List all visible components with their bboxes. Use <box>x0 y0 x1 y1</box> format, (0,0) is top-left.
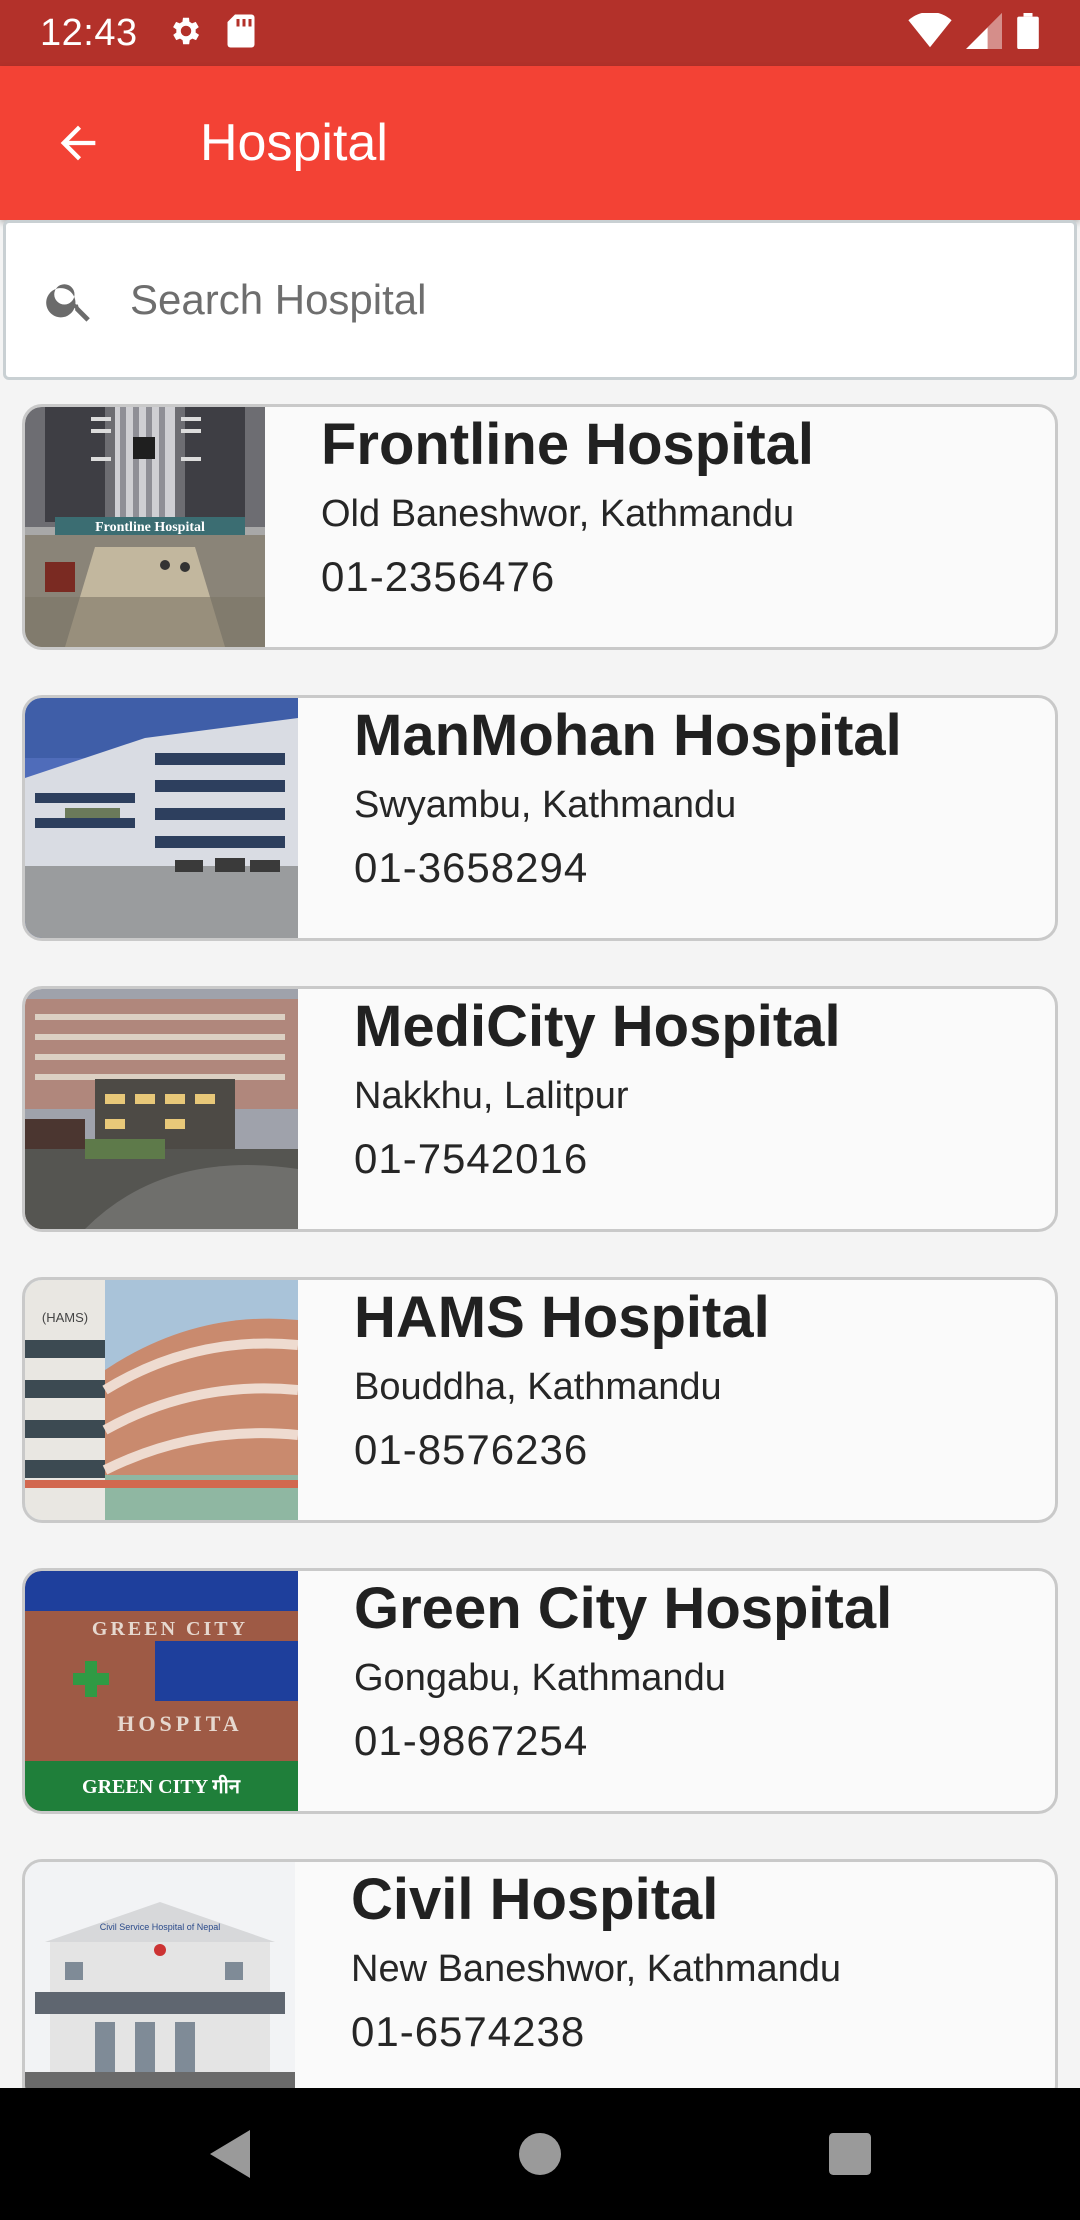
hospital-card-green-city[interactable]: GREEN CITY HOSPITA GREEN CITY गीन Green … <box>22 1568 1058 1814</box>
nav-home-button[interactable] <box>510 2124 570 2184</box>
battery-icon <box>1016 12 1040 54</box>
back-button[interactable] <box>40 105 116 181</box>
frontline-sign: Frontline Hospital <box>95 520 205 535</box>
hospital-photo: Frontline Hospital <box>25 407 265 647</box>
hams-sign: (HAMS) <box>42 1310 88 1325</box>
hospital-card-hams[interactable]: (HAMS) HAMS Hospital Bouddha, Kathmandu … <box>22 1277 1058 1523</box>
status-bar: 12:43 <box>0 0 1080 66</box>
search-icon <box>40 270 100 330</box>
green-city-banner: GREEN CITY गीन <box>82 1774 241 1798</box>
hospital-address: Bouddha, Kathmandu <box>354 1366 722 1408</box>
hospital-photo: GREEN CITY HOSPITA GREEN CITY गीन <box>25 1571 298 1811</box>
nav-recents-button[interactable] <box>820 2124 880 2184</box>
hospital-name: ManMohan Hospital <box>354 703 902 768</box>
hospital-list: Frontline Hospital Frontline Hospital Ol… <box>0 404 1080 2088</box>
gear-icon <box>168 13 204 54</box>
hospital-name: Green City Hospital <box>354 1576 893 1641</box>
hospital-photo: Civil Service Hospital of Nepal <box>25 1862 295 2088</box>
hospital-phone: 01-7542016 <box>354 1135 589 1182</box>
hospital-phone: 01-8576236 <box>354 1426 589 1473</box>
civil-sign: Civil Service Hospital of Nepal <box>100 1922 221 1932</box>
hospital-address: Gongabu, Kathmandu <box>354 1657 726 1699</box>
hospital-photo: (HAMS) <box>25 1280 298 1520</box>
back-triangle-icon <box>210 2130 250 2178</box>
hospital-address: Old Baneshwor, Kathmandu <box>321 493 795 535</box>
hospital-photo <box>25 989 298 1229</box>
green-city-sign-bottom: HOSPITA <box>117 1711 242 1736</box>
hospital-phone: 01-3658294 <box>354 844 589 891</box>
signal-icon <box>966 12 1002 54</box>
recents-square-icon <box>829 2133 871 2175</box>
hospital-name: HAMS Hospital <box>354 1285 770 1350</box>
hospital-photo <box>25 698 298 938</box>
hospital-phone: 01-2356476 <box>321 553 556 600</box>
hospital-address: Swyambu, Kathmandu <box>354 784 737 826</box>
hospital-card-frontline[interactable]: Frontline Hospital Frontline Hospital Ol… <box>22 404 1058 650</box>
screen: 12:43 Hospital Search Hospital Frontline… <box>0 0 1080 2220</box>
hospital-name: MediCity Hospital <box>354 994 841 1059</box>
hospital-card-civil[interactable]: Civil Service Hospital of Nepal Civil Ho… <box>22 1859 1058 2088</box>
hospital-address: Nakkhu, Lalitpur <box>354 1075 629 1117</box>
hospital-phone: 01-6574238 <box>351 2008 586 2055</box>
system-nav-bar <box>0 2088 1080 2220</box>
page-title: Hospital <box>200 114 388 172</box>
app-bar: Hospital <box>0 66 1080 220</box>
search-bar[interactable] <box>3 220 1077 380</box>
hospital-name: Frontline Hospital <box>321 412 814 477</box>
hospital-address: New Baneshwor, Kathmandu <box>351 1948 842 1990</box>
search-input[interactable] <box>130 276 1030 324</box>
hospital-phone: 01-9867254 <box>354 1717 589 1764</box>
hospital-card-medicity[interactable]: MediCity Hospital Nakkhu, Lalitpur 01-75… <box>22 986 1058 1232</box>
green-city-sign-top: GREEN CITY <box>92 1618 248 1640</box>
nav-back-button[interactable] <box>200 2124 260 2184</box>
hospital-card-manmohan[interactable]: ManMohan Hospital Swyambu, Kathmandu 01-… <box>22 695 1058 941</box>
home-circle-icon <box>519 2133 561 2175</box>
hospital-name: Civil Hospital <box>351 1867 719 1932</box>
status-time: 12:43 <box>40 11 138 54</box>
arrow-back-icon <box>60 125 96 161</box>
wifi-icon <box>908 11 952 54</box>
sd-card-icon <box>226 13 256 54</box>
